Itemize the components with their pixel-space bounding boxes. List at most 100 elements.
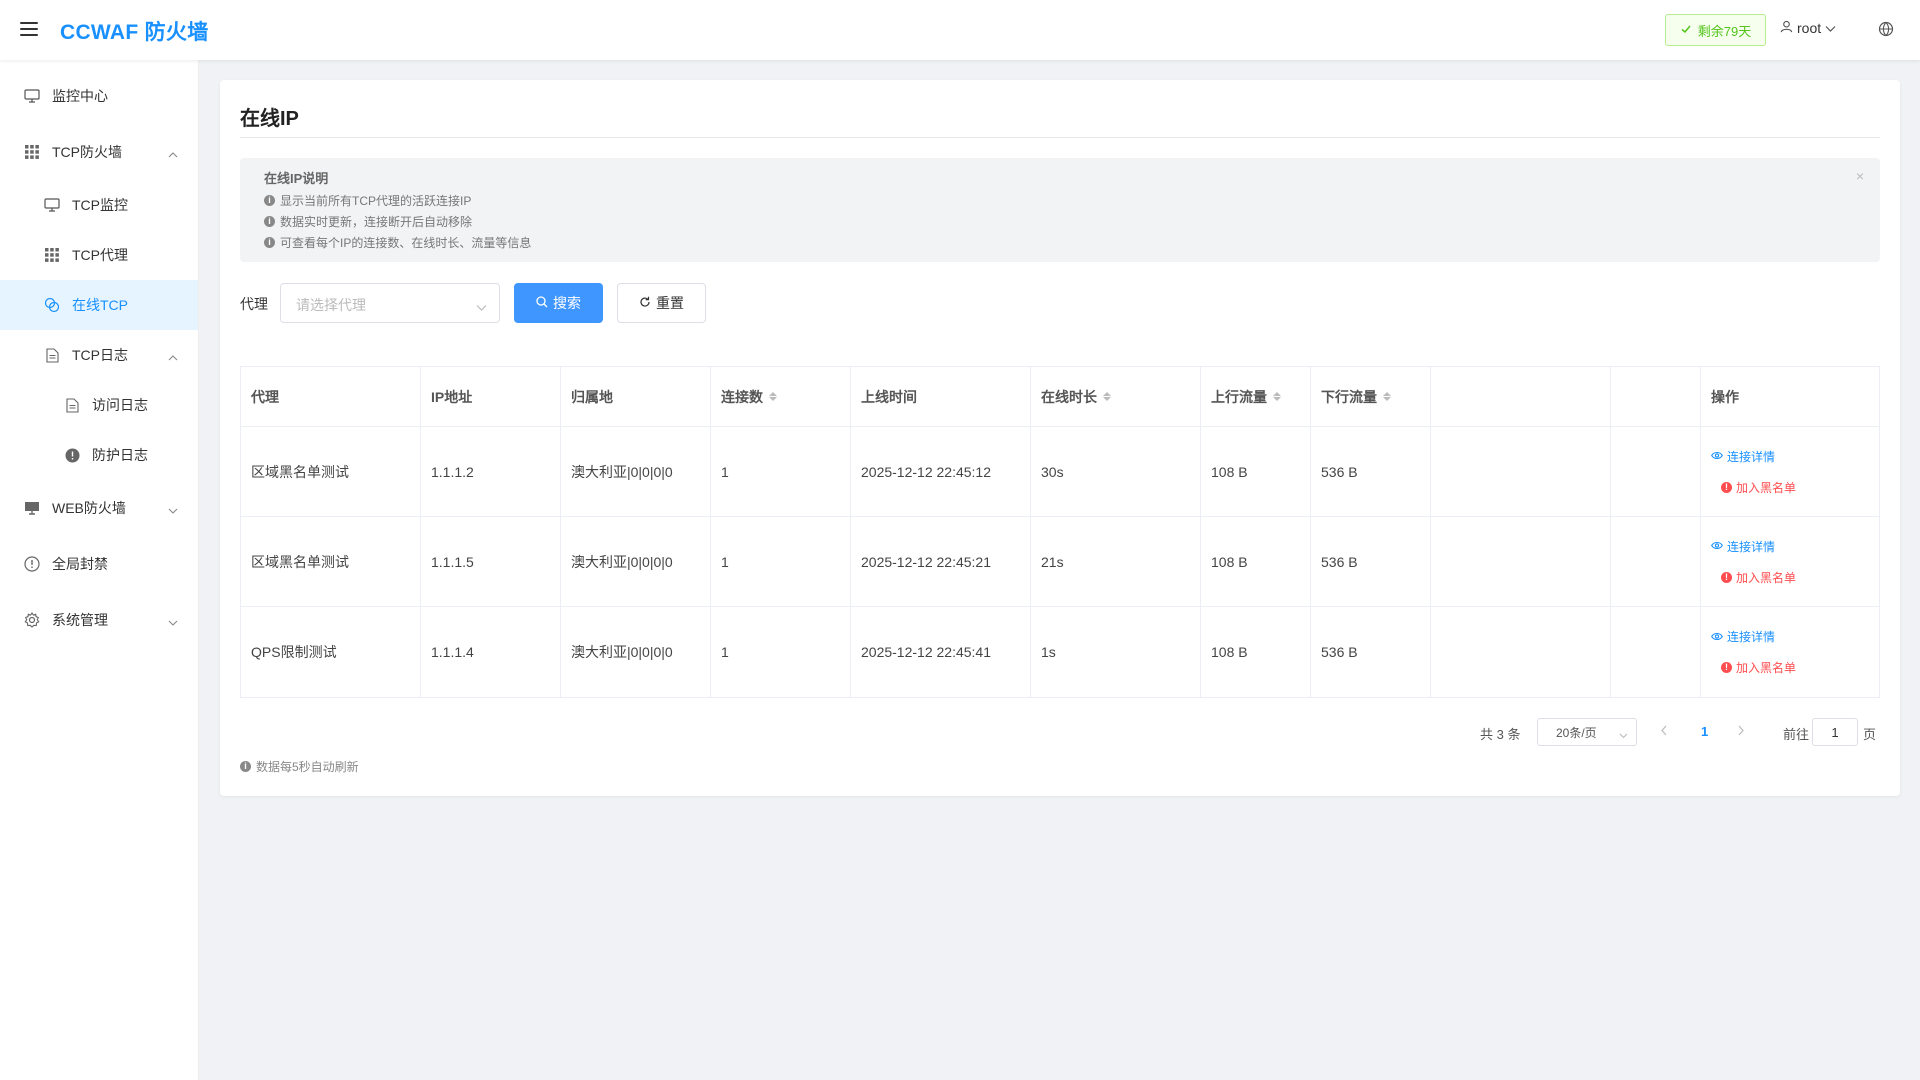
days-badge-label: 剩余79天 — [1697, 23, 1752, 39]
pagination: 共 3 条 20条/页 1 前往 页 — [220, 718, 1900, 748]
add-blacklist-link[interactable]: ! 加入黑名单 — [1711, 659, 1796, 676]
sidebar-item-tcp-log[interactable]: TCP日志 — [0, 330, 198, 380]
cell-downstream: 536 B — [1311, 517, 1431, 606]
proxy-select[interactable]: 请选择代理 — [280, 283, 500, 323]
goto-label: 前往 — [1783, 727, 1810, 742]
sidebar-item-label: TCP代理 — [72, 247, 128, 263]
info-icon: i — [264, 216, 275, 227]
prev-page-icon[interactable] — [1660, 724, 1668, 739]
search-button[interactable]: 搜索 — [514, 283, 603, 323]
page-size-select[interactable]: 20条/页 — [1537, 718, 1637, 746]
table-row: 区域黑名单测试 1.1.1.5 澳大利亚|0|0|0|0 1 2025-12-1… — [241, 517, 1879, 607]
table-header-row: 代理 IP地址 归属地 连接数 上线时间 在线时长 上行流量 下行流量 操作 — [241, 367, 1879, 427]
cell-actions: 连接详情 ! 加入黑名单 — [1701, 607, 1879, 697]
info-alert: 在线IP说明 i 显示当前所有TCP代理的活跃连接IP i 数据实时更新，连接断… — [240, 158, 1880, 262]
auto-refresh-note: i 数据每5秒自动刷新 — [240, 758, 359, 775]
document-icon — [64, 397, 80, 413]
add-blacklist-link[interactable]: ! 加入黑名单 — [1711, 569, 1796, 586]
cell-proxy: 区域黑名单测试 — [241, 427, 421, 516]
hamburger-icon[interactable] — [20, 22, 38, 36]
alert-icon: ! — [1721, 481, 1732, 493]
cell-duration: 21s — [1031, 517, 1201, 606]
proxy-select-placeholder: 请选择代理 — [296, 297, 366, 313]
info-icon: i — [240, 761, 251, 772]
next-page-icon[interactable] — [1737, 724, 1745, 739]
sidebar-item-label: TCP防火墙 — [52, 144, 122, 160]
close-icon[interactable]: × — [1856, 168, 1864, 184]
sort-icon[interactable] — [1383, 392, 1391, 401]
page-number-current[interactable]: 1 — [1701, 724, 1708, 739]
app-logo[interactable]: CCWAF 防火墙 — [60, 16, 209, 46]
col-header-online-time: 上线时间 — [851, 367, 1031, 426]
sidebar-item-label: TCP日志 — [72, 347, 128, 363]
sidebar-item-tcp-proxy[interactable]: TCP代理 — [0, 230, 198, 280]
sidebar-item-web-firewall[interactable]: WEB防火墙 — [0, 480, 198, 536]
cell-connections: 1 — [711, 427, 851, 516]
top-header: CCWAF 防火墙 剩余79天 root — [0, 0, 1920, 60]
sidebar-item-label: 监控中心 — [52, 88, 108, 104]
eye-icon — [1711, 449, 1723, 463]
col-header-connections[interactable]: 连接数 — [711, 367, 851, 426]
chevron-down-icon — [1825, 20, 1836, 36]
reset-button-label: 重置 — [656, 295, 684, 311]
cell-empty — [1431, 607, 1611, 697]
alert-line: i 数据实时更新，连接断开后自动移除 — [264, 213, 472, 230]
sidebar: 监控中心 TCP防火墙 TCP监控 TCP代理 在线TCP TCP日志 访问日志… — [0, 60, 199, 1080]
user-icon — [1780, 20, 1793, 36]
reset-button[interactable]: 重置 — [617, 283, 706, 323]
alert-line: i 显示当前所有TCP代理的活跃连接IP — [264, 192, 471, 209]
connection-detail-label: 连接详情 — [1727, 449, 1776, 464]
alert-line-text: 显示当前所有TCP代理的活跃连接IP — [280, 194, 472, 208]
sidebar-item-label: 访问日志 — [92, 397, 148, 413]
grid-icon — [24, 144, 40, 160]
sidebar-item-label: 在线TCP — [72, 297, 128, 313]
sidebar-item-tcp-firewall[interactable]: TCP防火墙 — [0, 124, 198, 180]
sidebar-item-tcp-monitor[interactable]: TCP监控 — [0, 180, 198, 230]
connection-detail-link[interactable]: 连接详情 — [1711, 538, 1775, 555]
sort-icon[interactable] — [769, 392, 777, 401]
online-ip-table: 代理 IP地址 归属地 连接数 上线时间 在线时长 上行流量 下行流量 操作 区… — [240, 366, 1880, 698]
col-header-proxy: 代理 — [241, 367, 421, 426]
sidebar-item-global-ban[interactable]: 全局封禁 — [0, 536, 198, 592]
goto-page-input[interactable] — [1812, 718, 1858, 746]
warning-icon — [24, 556, 40, 572]
page-title: 在线IP — [240, 108, 299, 130]
cell-empty — [1431, 517, 1611, 606]
globe-icon[interactable] — [1878, 21, 1894, 40]
user-menu[interactable]: root — [1780, 20, 1836, 36]
cell-upstream: 108 B — [1201, 517, 1311, 606]
col-header-downstream[interactable]: 下行流量 — [1311, 367, 1431, 426]
col-header-upstream[interactable]: 上行流量 — [1201, 367, 1311, 426]
sort-icon[interactable] — [1103, 392, 1111, 401]
document-icon — [44, 347, 60, 363]
sidebar-item-online-tcp[interactable]: 在线TCP — [0, 280, 198, 330]
sidebar-item-system-admin[interactable]: 系统管理 — [0, 592, 198, 648]
link-icon — [44, 297, 60, 313]
sidebar-item-label: 全局封禁 — [52, 556, 108, 572]
col-header-empty — [1611, 367, 1701, 426]
col-header-duration[interactable]: 在线时长 — [1031, 367, 1201, 426]
connection-detail-link[interactable]: 连接详情 — [1711, 448, 1775, 465]
add-blacklist-link[interactable]: ! 加入黑名单 — [1711, 479, 1796, 496]
sidebar-item-protection-log[interactable]: 防护日志 — [0, 430, 198, 480]
connection-detail-link[interactable]: 连接详情 — [1711, 628, 1775, 645]
cell-empty — [1611, 607, 1701, 697]
search-icon — [536, 295, 548, 311]
cell-ip: 1.1.1.2 — [421, 427, 561, 516]
col-header-ip: IP地址 — [421, 367, 561, 426]
sidebar-item-access-log[interactable]: 访问日志 — [0, 380, 198, 430]
cell-empty — [1611, 517, 1701, 606]
col-header-actions: 操作 — [1711, 388, 1739, 405]
alert-line-text: 可查看每个IP的连接数、在线时长、流量等信息 — [280, 236, 532, 250]
add-blacklist-label: 加入黑名单 — [1736, 661, 1797, 675]
cell-empty — [1611, 427, 1701, 516]
chevron-down-icon — [1619, 728, 1628, 742]
sort-icon[interactable] — [1273, 392, 1281, 401]
goto-unit: 页 — [1863, 727, 1877, 742]
info-icon: i — [264, 237, 275, 248]
cell-ip: 1.1.1.4 — [421, 607, 561, 697]
connection-detail-label: 连接详情 — [1727, 630, 1776, 644]
cell-empty — [1431, 427, 1611, 516]
cell-duration: 30s — [1031, 427, 1201, 516]
sidebar-item-monitor-center[interactable]: 监控中心 — [0, 68, 198, 124]
